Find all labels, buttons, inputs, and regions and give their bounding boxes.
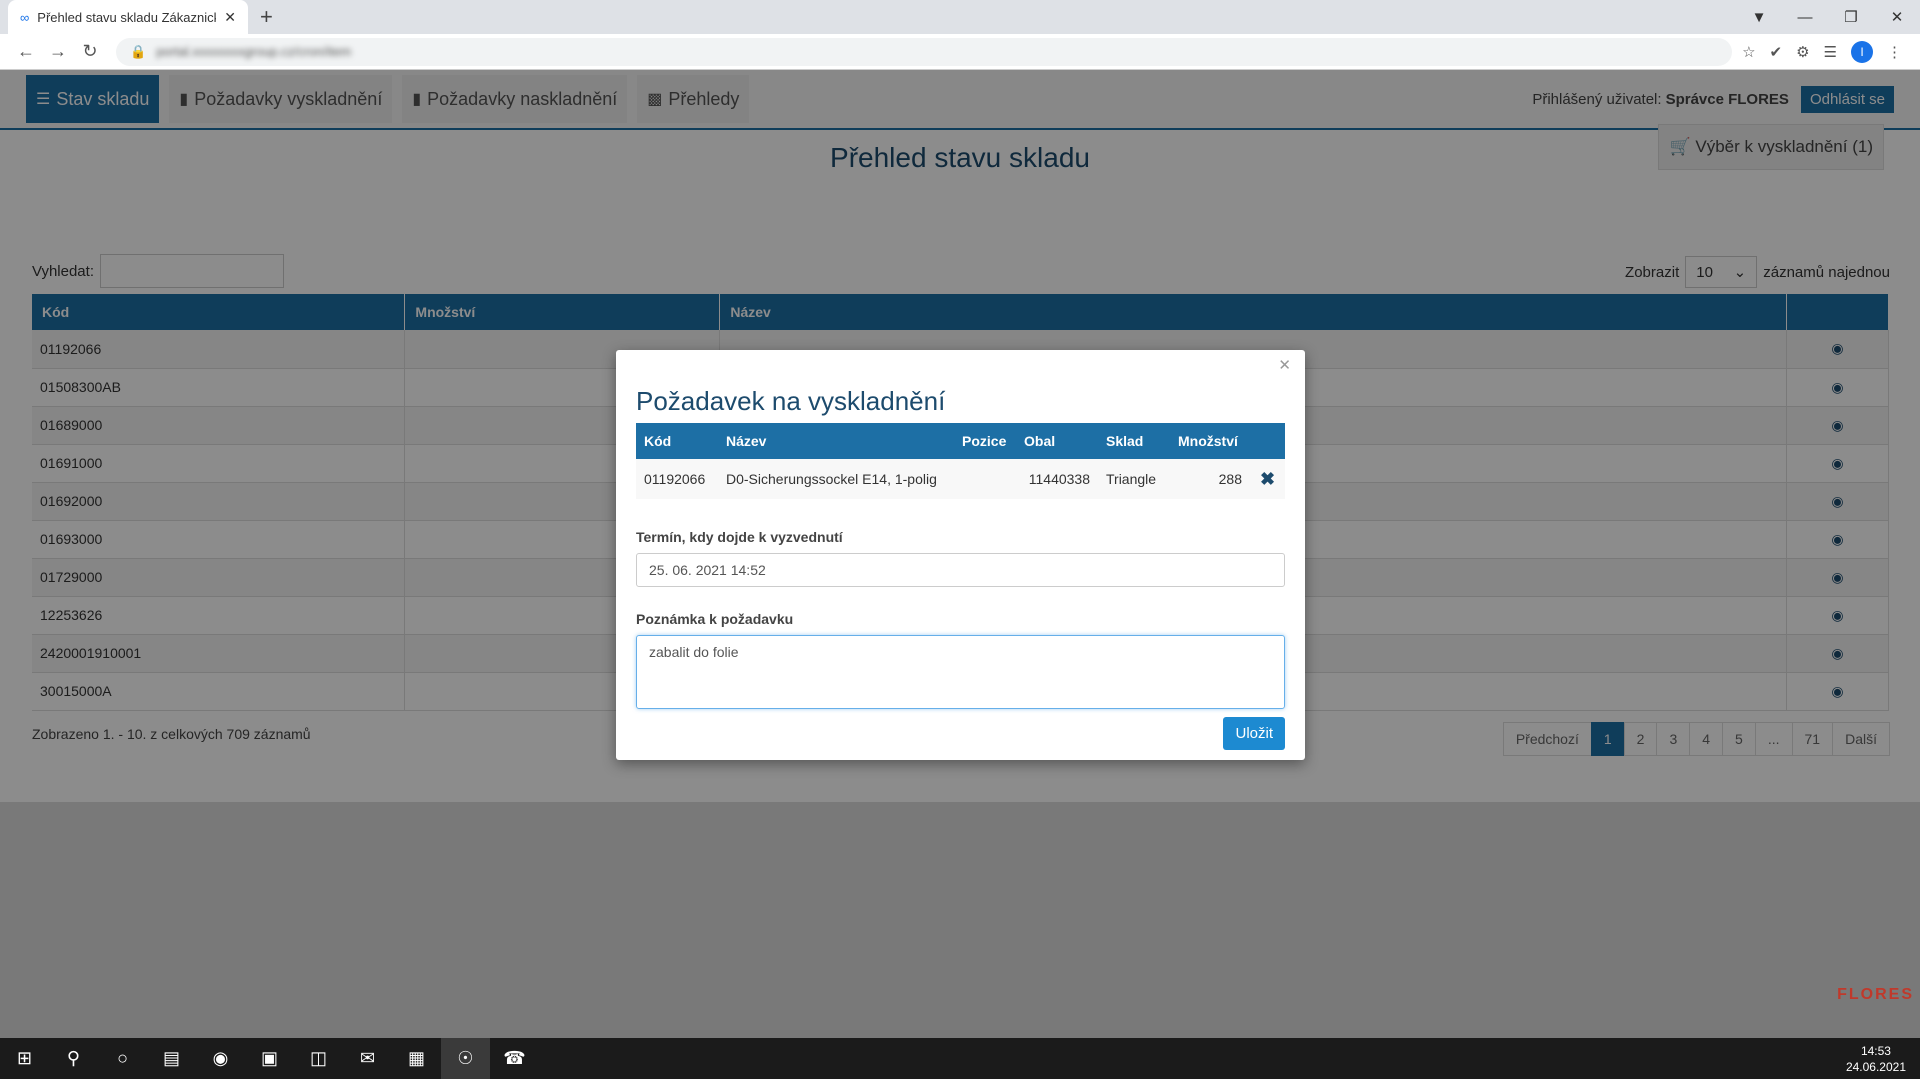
windows-start-icon[interactable]: ⊞ (0, 1048, 49, 1069)
modal-title: Požadavek na vyskladnění (636, 386, 946, 416)
outlook-icon[interactable]: ✉ (343, 1048, 392, 1069)
menu-dots-icon[interactable]: ⋮ (1887, 43, 1902, 61)
task-view-icon[interactable]: ▤ (147, 1048, 196, 1069)
profile-avatar[interactable]: I (1851, 40, 1873, 63)
address-bar: ← → ↻ 🔒 portal.xxxxxxxxgroup.cz/cron/ite… (0, 34, 1920, 70)
edge-icon[interactable]: ◉ (196, 1048, 245, 1069)
tab-title: Přehled stavu skladu Zákaznický (37, 9, 217, 25)
item-pack: 11440338 (1016, 459, 1098, 499)
note-label: Poznámka k požadavku (636, 611, 794, 627)
file-explorer-icon[interactable]: ◫ (294, 1048, 343, 1069)
browser-tabbar: ∞ Přehled stavu skladu Zákaznický ✕ + ▼ … (0, 0, 1920, 34)
onenote-icon[interactable]: ▦ (392, 1048, 441, 1069)
pickup-date-input[interactable]: 25. 06. 2021 14:52 (636, 553, 1285, 587)
item-name: D0-Sicherungssockel E14, 1-polig (718, 459, 954, 499)
extensions: ☆ ✔ ⚙ ☰ I ⋮ (1742, 40, 1902, 63)
reload-icon[interactable]: ↻ (74, 41, 106, 62)
modal-col-obal: Obal (1016, 423, 1098, 459)
site-favicon-icon: ∞ (20, 9, 30, 25)
puzzle-icon[interactable]: ⚙ (1796, 43, 1809, 61)
modal-col-pozice: Pozice (954, 423, 1016, 459)
modal-col-remove (1250, 423, 1285, 459)
extension-check-icon[interactable]: ✔ (1770, 43, 1783, 61)
search-icon[interactable]: ⚲ (49, 1048, 98, 1069)
chrome-icon[interactable]: ☉ (441, 1038, 490, 1079)
save-button[interactable]: Uložit (1223, 717, 1285, 750)
dispatch-request-modal: ✕ Požadavek na vyskladnění Kód Název Poz… (616, 350, 1305, 760)
window-controls: ▼ — ❐ ✕ (1736, 0, 1920, 34)
restore-icon[interactable]: ❐ (1828, 8, 1874, 26)
url-text: portal.xxxxxxxxgroup.cz/cron/item (156, 44, 352, 59)
item-code: 01192066 (636, 459, 718, 499)
cortana-icon[interactable]: ○ (98, 1048, 147, 1069)
item-store: Triangle (1098, 459, 1170, 499)
modal-col-nazev: Název (718, 423, 954, 459)
remove-item-icon[interactable]: ✖ (1250, 459, 1285, 499)
tab-close-icon[interactable]: ✕ (224, 9, 236, 26)
table-row: 01192066 D0-Sicherungssockel E14, 1-poli… (636, 459, 1285, 499)
forward-icon[interactable]: → (42, 41, 74, 62)
minimize-icon[interactable]: — (1782, 9, 1828, 26)
back-icon[interactable]: ← (10, 41, 42, 62)
app-icon[interactable]: ▣ (245, 1048, 294, 1069)
close-window-icon[interactable]: ✕ (1874, 8, 1920, 26)
windows-taskbar: ⊞ ⚲ ○ ▤ ◉ ▣ ◫ ✉ ▦ ☉ ☎ 14:53 24.06.2021 (0, 1038, 1920, 1079)
system-clock[interactable]: 14:53 24.06.2021 (1846, 1043, 1906, 1075)
note-textarea[interactable]: zabalit do folie (636, 635, 1285, 709)
bookmark-star-icon[interactable]: ☆ (1742, 43, 1755, 61)
request-items-table: Kód Název Pozice Obal Sklad Množství 011… (636, 423, 1285, 499)
clock-date: 24.06.2021 (1845, 1059, 1906, 1074)
modal-close-icon[interactable]: ✕ (1278, 356, 1291, 374)
modal-col-kod: Kód (636, 423, 718, 459)
browser-tab[interactable]: ∞ Přehled stavu skladu Zákaznický ✕ (8, 0, 248, 34)
pickup-date-label: Termín, kdy dojde k vyzvednutí (636, 529, 843, 545)
modal-col-mnozstvi: Množství (1170, 423, 1250, 459)
new-tab-icon[interactable]: + (260, 4, 273, 30)
url-input[interactable]: 🔒 portal.xxxxxxxxgroup.cz/cron/item (116, 37, 1733, 66)
modal-col-sklad: Sklad (1098, 423, 1170, 459)
item-position (954, 459, 1016, 499)
skype-icon[interactable]: ☎ (490, 1048, 539, 1069)
tab-search-icon[interactable]: ▼ (1736, 9, 1782, 26)
flores-logo: FLORES (1837, 986, 1914, 1003)
reading-list-icon[interactable]: ☰ (1824, 43, 1837, 61)
clock-time: 14:53 (1860, 1043, 1891, 1058)
lock-icon: 🔒 (130, 43, 147, 59)
item-quantity: 288 (1170, 459, 1250, 499)
